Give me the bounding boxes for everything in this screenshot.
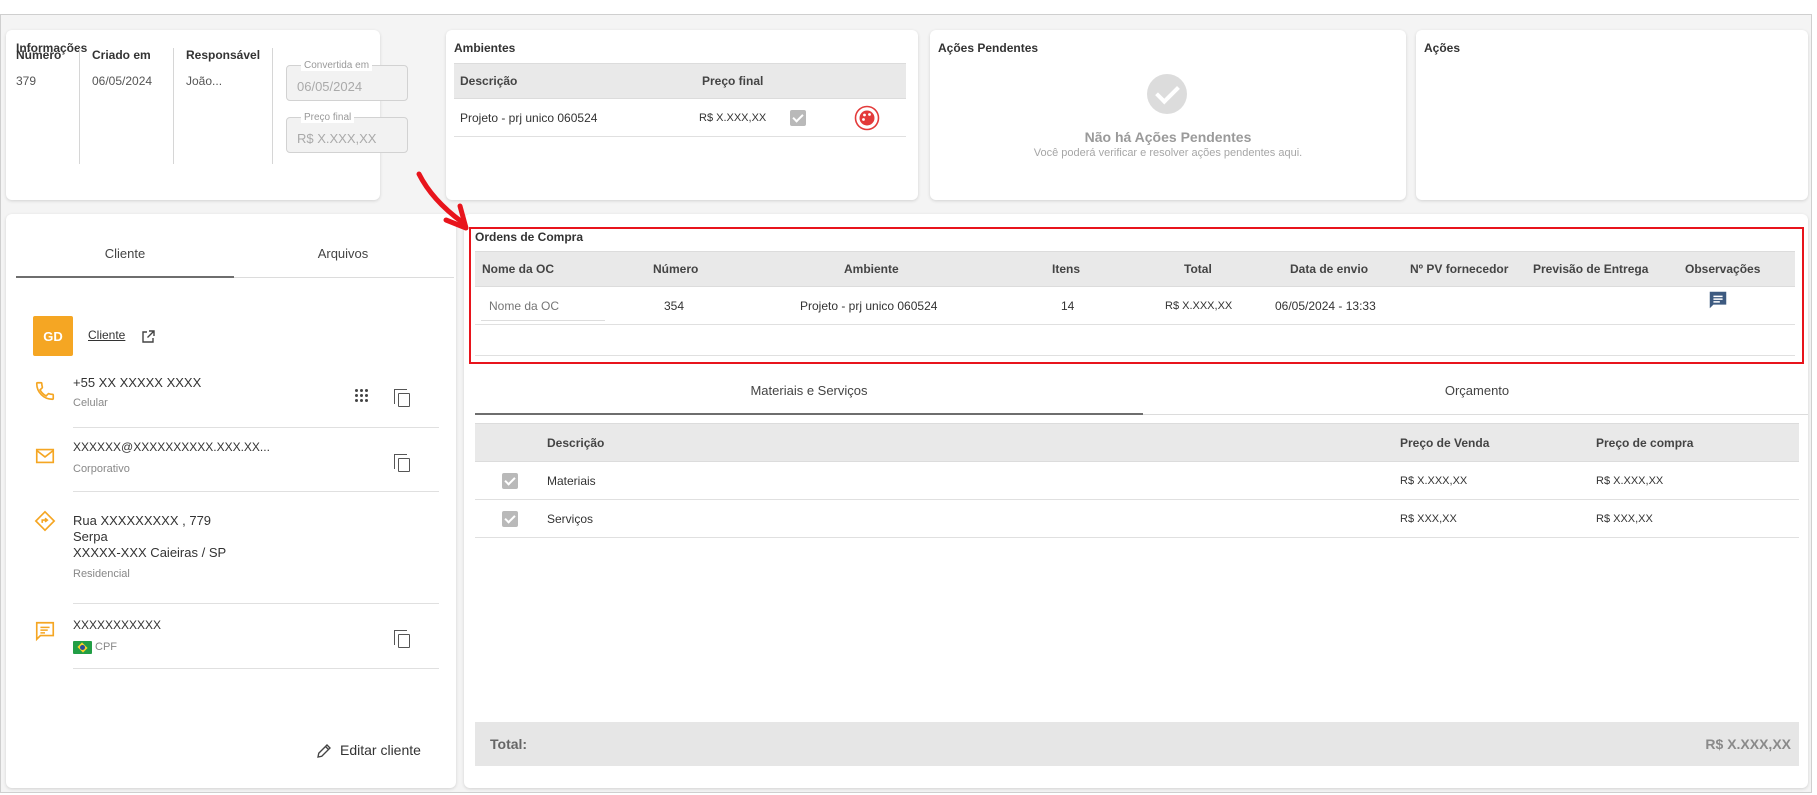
email-type: Corporativo — [73, 463, 130, 475]
red-arrow-icon — [416, 171, 469, 231]
criado-col: Criado em 06/05/2024 — [92, 48, 174, 164]
address-line1: Rua XXXXXXXXX , 779 — [73, 513, 212, 528]
materiais-venda: R$ X.XXX,XX — [1400, 474, 1468, 487]
document-number: XXXXXXXXXXX — [73, 618, 162, 632]
document-divider — [73, 668, 439, 669]
pendentes-title: Ações Pendentes — [938, 41, 1039, 55]
ambientes-row-preco: R$ X.XXX,XX — [699, 111, 767, 124]
ambientes-title: Ambientes — [454, 41, 516, 55]
criado-value: 06/05/2024 — [92, 74, 153, 88]
email-icon — [35, 448, 55, 464]
numero-label: Número — [16, 48, 62, 62]
open-external-icon[interactable] — [140, 329, 156, 345]
materiais-descricao: Materiais — [547, 473, 596, 488]
materiais-header-compra: Preço de compra — [1596, 435, 1694, 450]
servicos-descricao: Serviços — [547, 511, 594, 526]
phone-divider — [73, 427, 439, 428]
dialpad-icon[interactable] — [355, 389, 368, 402]
materiais-header-venda: Preço de Venda — [1400, 435, 1490, 450]
servicos-venda: R$ XXX,XX — [1400, 512, 1457, 525]
ambientes-header-descricao: Descrição — [460, 74, 518, 88]
phone-number: +55 XX XXXXX XXXX — [73, 375, 202, 390]
servicos-checkbox[interactable] — [502, 510, 518, 527]
copy-phone-icon[interactable] — [394, 389, 410, 407]
acoes-card: Ações — [1416, 30, 1808, 200]
convertida-field: Convertida em 06/05/2024 — [286, 60, 408, 101]
document-type: CPF — [95, 641, 117, 653]
pencil-icon[interactable] — [315, 742, 333, 760]
preco-final-field: Preço final R$ X.XXX,XX — [286, 112, 408, 153]
total-label: Total: — [490, 736, 528, 752]
tab-cliente[interactable]: Cliente — [16, 246, 234, 261]
servicos-row[interactable]: Serviços R$ XXX,XX R$ XXX,XX — [475, 500, 1799, 538]
ambientes-row-checkbox[interactable] — [790, 109, 806, 126]
responsavel-value: João... — [186, 74, 223, 88]
ambientes-table-header: Descrição Preço final — [454, 63, 906, 99]
copy-email-icon[interactable] — [394, 454, 410, 472]
client-tab-active-indicator — [16, 276, 234, 278]
acoes-title: Ações — [1424, 41, 1461, 55]
tab-arquivos[interactable]: Arquivos — [234, 246, 452, 261]
tab-materiais-servicos[interactable]: Materiais e Serviços — [475, 383, 1143, 398]
preco-final-label: Preço final — [301, 112, 355, 123]
edit-client-button[interactable]: Editar cliente — [340, 742, 421, 758]
brazil-flag-icon — [73, 641, 92, 654]
materiais-compra: R$ X.XXX,XX — [1596, 474, 1664, 487]
copy-document-icon[interactable] — [394, 630, 410, 648]
materiais-header-descricao: Descrição — [547, 435, 605, 450]
address-line3: XXXXX-XXX Caieiras / SP — [73, 545, 227, 560]
document-icon — [35, 621, 55, 642]
responsavel-col: Responsável João... — [186, 48, 273, 164]
pendentes-card: Ações Pendentes Não há Ações Pendentes V… — [930, 30, 1406, 200]
ambientes-header-preco: Preço final — [702, 74, 764, 88]
ambientes-row[interactable]: Projeto - prj unico 060524 R$ X.XXX,XX — [454, 99, 906, 137]
address-divider — [73, 603, 439, 604]
email-divider — [73, 491, 439, 492]
materiais-checkbox[interactable] — [502, 472, 518, 489]
numero-value: 379 — [16, 74, 37, 88]
palette-icon[interactable] — [854, 105, 880, 131]
numero-col: Número 379 — [16, 48, 80, 164]
responsavel-label: Responsável — [186, 48, 261, 62]
cliente-link[interactable]: Cliente — [88, 328, 125, 342]
check-circle-icon — [1147, 74, 1187, 114]
info-columns: Número 379 Criado em 06/05/2024 Responsá… — [16, 48, 285, 164]
phone-type: Celular — [73, 397, 108, 409]
ordens-highlight-box — [469, 227, 1804, 364]
pendentes-empty-title: Não há Ações Pendentes — [1084, 129, 1252, 145]
client-card — [6, 214, 456, 788]
servicos-compra: R$ XXX,XX — [1596, 512, 1653, 525]
total-value: R$ X.XXX,XX — [1705, 736, 1791, 752]
criado-label: Criado em — [92, 48, 151, 62]
phone-icon — [35, 381, 55, 401]
email-address: XXXXXX@XXXXXXXXXX.XXX.XX... — [73, 440, 270, 454]
bottom-tab-active-indicator — [475, 413, 1143, 415]
convertida-value: 06/05/2024 — [297, 79, 363, 94]
materiais-table-header: Descrição Preço de Venda Preço de compra — [475, 423, 1799, 462]
ambientes-row-descricao: Projeto - prj unico 060524 — [460, 110, 598, 125]
materiais-row[interactable]: Materiais R$ X.XXX,XX R$ X.XXX,XX — [475, 462, 1799, 500]
convertida-label: Convertida em — [301, 60, 373, 71]
directions-icon — [34, 510, 56, 532]
preco-final-value: R$ X.XXX,XX — [297, 131, 377, 146]
total-bar: Total: R$ X.XXX,XX — [475, 722, 1799, 766]
avatar: GD — [33, 316, 73, 356]
pendentes-empty-subtitle: Você poderá verificar e resolver ações p… — [1033, 147, 1303, 159]
address-line2: Serpa — [73, 529, 108, 544]
address-type: Residencial — [73, 568, 130, 580]
tab-orcamento[interactable]: Orçamento — [1143, 383, 1811, 398]
